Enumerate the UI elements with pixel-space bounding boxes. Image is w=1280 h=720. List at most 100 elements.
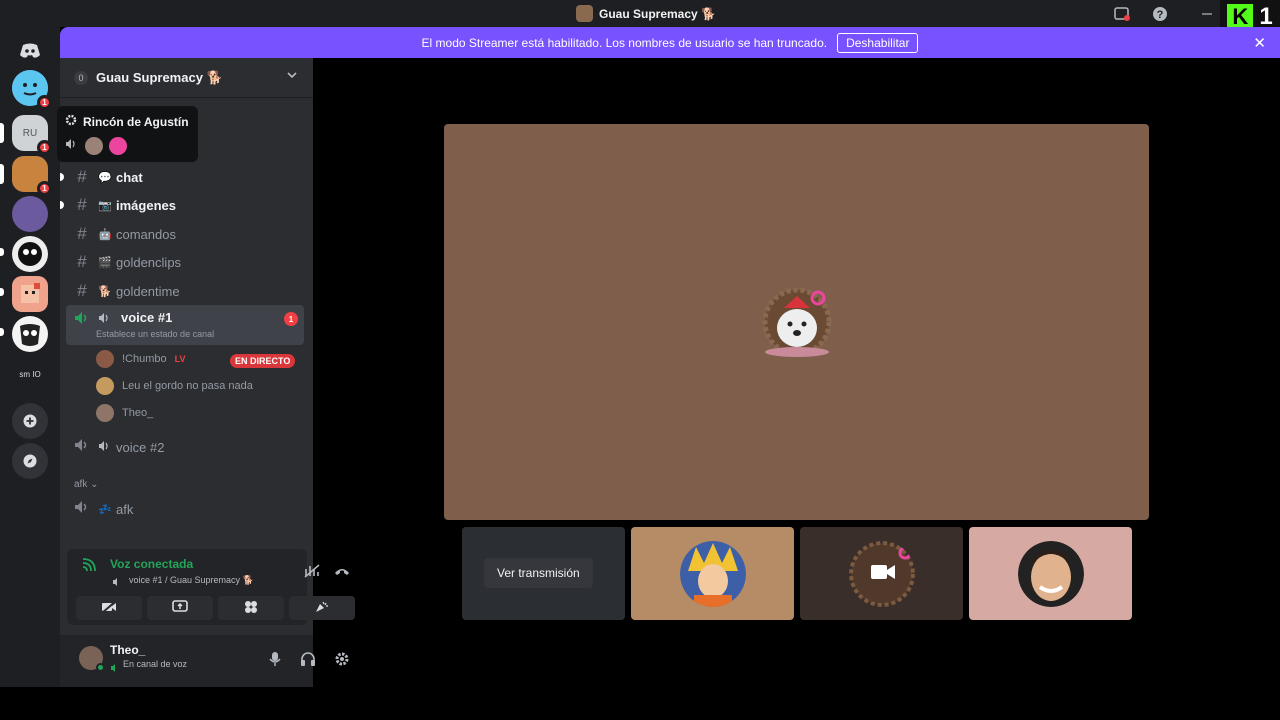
hash-icon: # bbox=[77, 167, 87, 186]
avatar bbox=[96, 377, 114, 395]
help-icon[interactable]: ? bbox=[1151, 5, 1169, 23]
channel-label: imágenes bbox=[116, 197, 176, 213]
server-icon[interactable]: RU 1 bbox=[12, 115, 52, 155]
server-icon[interactable] bbox=[12, 276, 48, 312]
server-rail: 1 RU 1 1 sm IO bbox=[0, 27, 60, 687]
disconnect-icon[interactable] bbox=[333, 563, 351, 584]
voice-user[interactable]: Theo_ bbox=[96, 401, 153, 425]
channel-status[interactable]: Establece un estado de canal bbox=[96, 329, 214, 339]
activities-button[interactable] bbox=[218, 596, 284, 620]
channel-badge: 1 bbox=[284, 312, 298, 326]
avatar bbox=[85, 137, 103, 155]
server-icon[interactable]: 1 bbox=[12, 70, 52, 110]
channel-item-comandos[interactable]: # 🤖 comandos bbox=[66, 221, 304, 247]
user-status: En canal de voz bbox=[123, 659, 188, 669]
add-server-icon[interactable] bbox=[12, 403, 48, 439]
voice-user[interactable]: Leu el gordo no pasa nada bbox=[96, 374, 253, 398]
avatar bbox=[679, 540, 746, 607]
channel-emoji: 🎬 bbox=[98, 256, 112, 269]
hash-icon: # bbox=[77, 252, 87, 271]
channel-item-afk[interactable]: 💤 afk bbox=[66, 496, 304, 522]
stream-tile[interactable]: Ver transmisión bbox=[462, 527, 625, 620]
category-afk[interactable]: afk ⌄ bbox=[74, 479, 99, 490]
soundboard-button[interactable] bbox=[289, 596, 355, 620]
voice-connected-icon bbox=[74, 311, 90, 328]
voice-connected-title[interactable]: Voz conectada bbox=[110, 557, 193, 571]
channel-item-images[interactable]: # 📷 imágenes bbox=[60, 192, 304, 218]
channel-item-chat[interactable]: # 💬 chat bbox=[60, 164, 304, 190]
channel-label: chat bbox=[116, 169, 143, 185]
server-icon[interactable]: sm IO bbox=[12, 356, 48, 392]
server-thumbnail bbox=[576, 5, 593, 22]
noise-suppression-icon[interactable] bbox=[303, 563, 321, 584]
voice-user-name: Leu el gordo no pasa nada bbox=[122, 380, 253, 392]
server-badge: 1 bbox=[37, 95, 52, 110]
gear-icon[interactable] bbox=[332, 649, 352, 669]
voice-user-name: Theo_ bbox=[122, 407, 154, 419]
unread-pill bbox=[0, 248, 4, 256]
channel-emoji: 💤 bbox=[98, 503, 112, 516]
server-tooltip: Rincón de Agustín bbox=[57, 106, 198, 162]
category-label: afk bbox=[74, 479, 88, 490]
channel-item-goldenclips[interactable]: # 🎬 goldenclips bbox=[66, 249, 304, 275]
voice-connected-subtitle[interactable]: voice #1 / Guau Supremacy 🐕 bbox=[129, 575, 254, 586]
camera-off-icon bbox=[101, 599, 117, 617]
unread-pill bbox=[0, 288, 4, 296]
channel-item-goldentime[interactable]: # 🐕 goldentime bbox=[66, 278, 304, 304]
username[interactable]: Theo_ bbox=[110, 643, 145, 657]
window-title: Guau Supremacy 🐕 bbox=[576, 5, 716, 22]
speaker-icon bbox=[98, 312, 112, 327]
participant-tile[interactable] bbox=[800, 527, 963, 620]
channel-emoji: 🤖 bbox=[98, 228, 112, 241]
participant-tile[interactable] bbox=[631, 527, 794, 620]
speaker-icon bbox=[94, 440, 116, 455]
headphones-icon[interactable] bbox=[298, 649, 318, 669]
voice-user-tag: LV bbox=[174, 354, 186, 364]
guild-name: Guau Supremacy 🐕 bbox=[96, 69, 223, 85]
voice-user[interactable]: !Chumbo LV bbox=[96, 347, 185, 371]
discover-icon[interactable] bbox=[12, 443, 48, 479]
title-bar: Guau Supremacy 🐕 ? K 1 bbox=[0, 0, 1280, 34]
svg-text:?: ? bbox=[1157, 9, 1164, 21]
server-icon[interactable] bbox=[12, 316, 48, 352]
streamer-mode-banner: El modo Streamer está habilitado. Los no… bbox=[60, 27, 1280, 58]
hash-icon: # bbox=[77, 281, 87, 300]
discord-home-icon[interactable] bbox=[12, 33, 48, 69]
inbox-icon[interactable] bbox=[1113, 5, 1131, 23]
participant-tile[interactable] bbox=[969, 527, 1132, 620]
screenshare-button[interactable] bbox=[147, 596, 213, 620]
disable-streamer-button[interactable]: Deshabilitar bbox=[837, 32, 919, 53]
activities-icon bbox=[244, 600, 258, 617]
camera-toggle-button[interactable] bbox=[76, 596, 142, 620]
channel-label: goldentime bbox=[116, 283, 180, 299]
unread-indicator bbox=[60, 173, 64, 181]
close-icon[interactable]: ✕ bbox=[1253, 34, 1266, 52]
voice-channel-selected[interactable]: voice #1 Establece un estado de canal 1 bbox=[66, 305, 304, 345]
live-badge: EN DIRECTO bbox=[230, 354, 296, 368]
voice-channel-label: voice #1 bbox=[121, 310, 173, 325]
channel-emoji: 💬 bbox=[98, 171, 112, 184]
camera-icon bbox=[870, 561, 896, 588]
speaker-icon bbox=[110, 660, 120, 678]
speaker-icon bbox=[112, 574, 122, 592]
guild-header[interactable]: 0 Guau Supremacy 🐕 bbox=[60, 58, 313, 98]
selection-pill bbox=[0, 123, 4, 143]
server-icon[interactable] bbox=[12, 236, 48, 272]
watch-stream-button[interactable]: Ver transmisión bbox=[484, 558, 593, 588]
window-title-text: Guau Supremacy 🐕 bbox=[599, 6, 716, 21]
channel-label: goldenclips bbox=[116, 254, 182, 270]
microphone-icon[interactable] bbox=[265, 649, 285, 669]
chevron-down-icon: ⌄ bbox=[90, 479, 99, 490]
banner-message: El modo Streamer está habilitado. Los no… bbox=[421, 35, 828, 50]
signal-icon[interactable] bbox=[81, 557, 97, 578]
minimize-icon[interactable] bbox=[1198, 5, 1216, 23]
server-badge: 1 bbox=[37, 140, 52, 155]
voice-icon bbox=[70, 437, 94, 457]
server-icon[interactable] bbox=[12, 196, 48, 232]
focused-stream[interactable] bbox=[444, 124, 1149, 520]
server-icon[interactable]: 1 bbox=[12, 156, 52, 196]
mention-count: 0 bbox=[74, 70, 88, 85]
server-badge: 1 bbox=[37, 181, 52, 196]
channel-item-voice-2[interactable]: voice #2 bbox=[66, 434, 304, 460]
avatar bbox=[109, 137, 127, 155]
